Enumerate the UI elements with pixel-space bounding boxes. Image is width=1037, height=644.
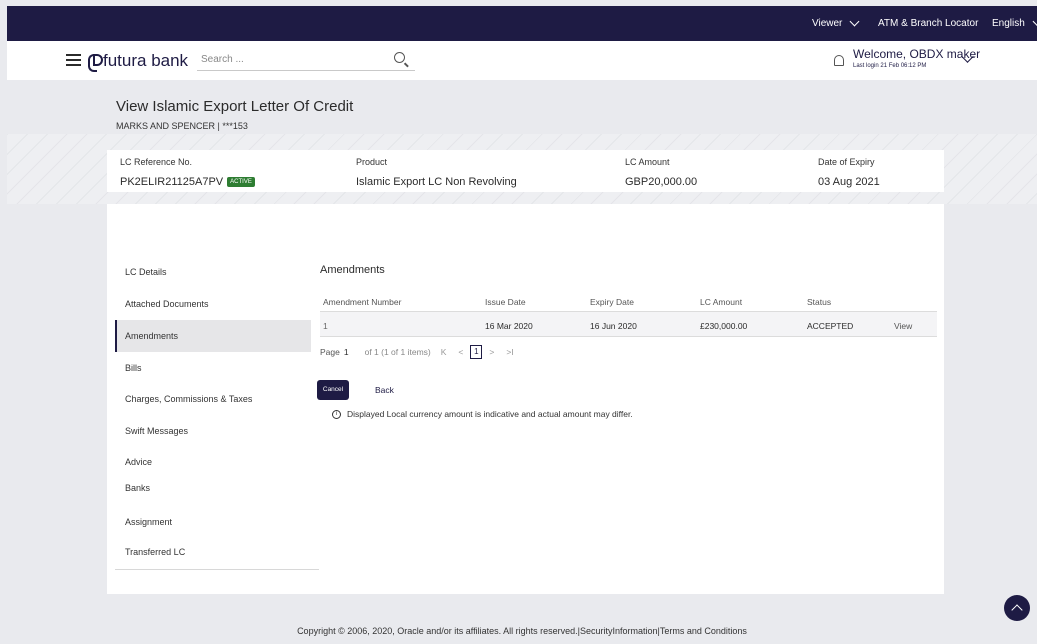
table-row: 1 16 Mar 2020 16 Jun 2020 £230,000.00 AC… bbox=[320, 312, 937, 337]
sidebar-item-swift-messages[interactable]: Swift Messages bbox=[125, 426, 188, 436]
last-login-text: Last login 21 Feb 06:12 PM bbox=[853, 63, 927, 69]
first-page-icon[interactable]: K bbox=[441, 347, 447, 357]
scroll-to-top-button[interactable] bbox=[1004, 595, 1030, 621]
footer: Copyright © 2006, 2020, Oracle and/or it… bbox=[297, 626, 747, 636]
sidebar-item-banks[interactable]: Banks bbox=[125, 483, 150, 493]
sidebar-item-transferred-lc[interactable]: Transferred LC bbox=[125, 547, 185, 557]
sidebar-item-bills[interactable]: Bills bbox=[125, 363, 142, 373]
back-link[interactable]: Back bbox=[375, 385, 394, 395]
top-bar: Viewer ATM & Branch Locator English bbox=[7, 6, 1037, 41]
page-subtitle: MARKS AND SPENCER | ***153 bbox=[116, 121, 248, 131]
language-label: English bbox=[992, 18, 1025, 29]
chevron-down-icon bbox=[1032, 16, 1037, 27]
status: ACCEPTED bbox=[807, 321, 854, 331]
expiry-value: 03 Aug 2021 bbox=[818, 176, 880, 188]
product-value: Islamic Export LC Non Revolving bbox=[356, 176, 517, 188]
product-label: Product bbox=[356, 157, 388, 167]
brand-name: futura bank bbox=[103, 51, 189, 70]
sidebar-divider bbox=[115, 569, 319, 570]
view-link[interactable]: View bbox=[894, 321, 912, 331]
last-page-icon[interactable]: >I bbox=[506, 347, 513, 357]
atm-branch-locator-link[interactable]: ATM & Branch Locator bbox=[878, 18, 978, 29]
brand-logo[interactable]: futura bank bbox=[88, 51, 189, 72]
note-text: Displayed Local currency amount is indic… bbox=[347, 409, 633, 419]
sidebar-item-attached-documents[interactable]: Attached Documents bbox=[125, 299, 209, 309]
prev-page-icon[interactable]: < bbox=[458, 347, 463, 357]
column-header: Amendment Number bbox=[323, 297, 402, 307]
status-badge: ACTIVE bbox=[227, 177, 255, 187]
next-page-icon[interactable]: > bbox=[489, 347, 494, 357]
search-icon[interactable] bbox=[394, 52, 405, 63]
pagination: Page 1 of 1 (1 of 1 items) K < 1 > >I bbox=[320, 342, 514, 362]
page-label: Page bbox=[320, 347, 340, 357]
sidebar-item-lc-details[interactable]: LC Details bbox=[125, 267, 167, 277]
amendments-title: Amendments bbox=[320, 264, 385, 276]
bell-icon[interactable] bbox=[834, 55, 844, 66]
lc-amount-value: GBP20,000.00 bbox=[625, 176, 698, 188]
amendment-number: 1 bbox=[323, 321, 328, 331]
content-panel: LC Details Attached Documents Amendments… bbox=[107, 204, 944, 594]
header: futura bank Search ... Welcome, OBDX mak… bbox=[7, 41, 1037, 80]
column-header: Issue Date bbox=[485, 297, 526, 307]
chevron-down-icon bbox=[849, 16, 860, 27]
column-header: Expiry Date bbox=[590, 297, 634, 307]
sidebar-item-assignment[interactable]: Assignment bbox=[125, 517, 172, 527]
issue-date: 16 Mar 2020 bbox=[485, 321, 533, 331]
info-icon: i bbox=[332, 409, 341, 419]
viewer-label: Viewer bbox=[812, 18, 843, 29]
currency-note: i Displayed Local currency amount is ind… bbox=[332, 409, 633, 419]
lc-summary: LC Reference No. PK2ELIR21125A7PV ACTIVE… bbox=[107, 150, 944, 192]
expiry-label: Date of Expiry bbox=[818, 157, 875, 167]
lc-amount: £230,000.00 bbox=[700, 321, 748, 331]
futura-logo-icon bbox=[88, 53, 103, 72]
expiry-date: 16 Jun 2020 bbox=[590, 321, 637, 331]
sidebar-item-amendments[interactable]: Amendments bbox=[125, 331, 178, 341]
language-dropdown[interactable]: English bbox=[992, 16, 1037, 29]
sidebar-item-advice[interactable]: Advice bbox=[125, 457, 152, 467]
table-header: Amendment Number Issue Date Expiry Date … bbox=[320, 288, 937, 312]
column-header: LC Amount bbox=[700, 297, 743, 307]
page-count: of 1 (1 of 1 items) bbox=[364, 347, 431, 357]
lc-amount-label: LC Amount bbox=[625, 157, 670, 167]
page-select[interactable]: 1 bbox=[344, 347, 349, 357]
search-input[interactable]: Search ... bbox=[197, 50, 415, 71]
lc-reference-label: LC Reference No. bbox=[120, 157, 193, 167]
sidebar-item-charges[interactable]: Charges, Commissions & Taxes bbox=[125, 394, 252, 404]
column-header: Status bbox=[807, 297, 832, 307]
welcome-text[interactable]: Welcome, OBDX maker bbox=[853, 47, 980, 61]
page-title: View Islamic Export Letter Of Credit bbox=[116, 98, 354, 115]
viewer-dropdown[interactable]: Viewer bbox=[812, 16, 860, 29]
lc-reference-value: PK2ELIR21125A7PV bbox=[120, 176, 224, 188]
current-page[interactable]: 1 bbox=[470, 345, 483, 359]
cancel-button[interactable]: Cancel bbox=[317, 380, 349, 400]
atm-branch-label: ATM & Branch Locator bbox=[878, 18, 979, 29]
menu-icon[interactable] bbox=[66, 54, 81, 66]
